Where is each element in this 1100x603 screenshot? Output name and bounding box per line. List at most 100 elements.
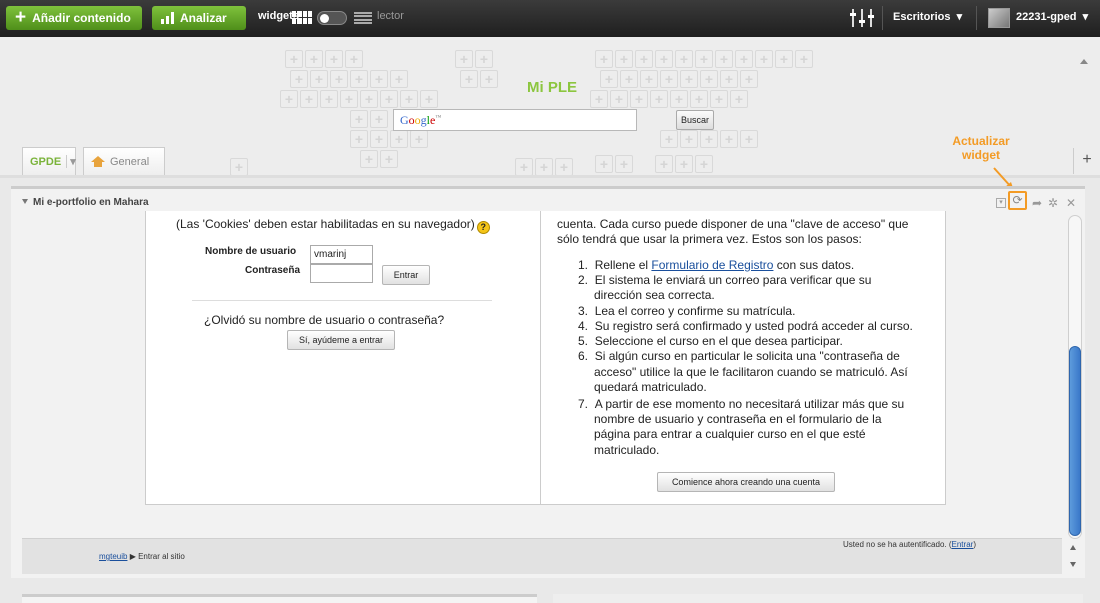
decorative-plus-tile: +	[350, 110, 368, 128]
decorative-plus-tile: +	[640, 70, 658, 88]
decorative-plus-tile: +	[455, 50, 473, 68]
create-account-button[interactable]: Comience ahora creando una cuenta	[657, 472, 835, 492]
share-arrow-icon[interactable]: ➦	[1032, 196, 1042, 210]
enter-button[interactable]: Entrar	[382, 265, 430, 285]
username-label: Nombre de usuario	[205, 246, 297, 257]
tab-gpde[interactable]: GPDE ▾	[22, 147, 76, 175]
decorative-plus-tile: +	[695, 50, 713, 68]
add-tab-button[interactable]: +	[1073, 148, 1100, 174]
toolbar-divider	[882, 6, 883, 30]
decorative-plus-tile: +	[715, 50, 733, 68]
step-7-cont: página para entrar a cualquier curso en …	[594, 427, 866, 441]
scrollbar-thumb[interactable]	[1069, 346, 1081, 536]
scroll-up-icon[interactable]	[1070, 545, 1076, 550]
widget-title[interactable]: Mi e-portfolio en Mahara	[22, 197, 149, 208]
decorative-plus-tile: +	[795, 50, 813, 68]
page-title: Mi PLE	[527, 79, 578, 96]
tab-general[interactable]: General	[83, 147, 165, 175]
intro-line: cuenta. Cada curso puede disponer de una…	[557, 217, 909, 231]
step-6-cont: acceso" utilice la que le facilitaron cu…	[594, 365, 908, 379]
chevron-down-icon: ▾	[953, 11, 963, 23]
decorative-plus-tile: +	[300, 90, 318, 108]
google-logo: Google™	[400, 113, 442, 127]
decorative-plus-tile: +	[720, 70, 738, 88]
step-7: 7. A partir de ese momento no necesitará…	[578, 397, 905, 411]
minimize-icon[interactable]: ▾	[996, 198, 1006, 208]
decorative-plus-tile: +	[700, 130, 718, 148]
tab-gpde-label: GPDE	[30, 155, 62, 168]
decorative-plus-tile: +	[400, 90, 418, 108]
decorative-plus-tile: +	[305, 50, 323, 68]
decorative-plus-tile: +	[360, 150, 378, 168]
analyze-button[interactable]: Analizar	[152, 6, 246, 30]
decorative-plus-tile: +	[650, 90, 668, 108]
step-2-cont: dirección sea correcta.	[594, 288, 715, 302]
decorative-plus-tile: +	[615, 155, 633, 173]
breadcrumb-current: Entrar al sitio	[138, 552, 185, 561]
decorative-plus-tile: +	[755, 50, 773, 68]
registration-form-link[interactable]: Formulario de Registro	[651, 258, 773, 272]
desktops-menu[interactable]: Escritorios ▾	[893, 10, 962, 23]
chevron-down-icon[interactable]: ▾	[66, 155, 76, 168]
password-label: Contraseña	[245, 265, 301, 276]
grid-icon[interactable]	[292, 11, 312, 24]
collapse-triangle-icon[interactable]	[22, 199, 28, 204]
cookies-note: (Las 'Cookies' deben estar habilitadas e…	[176, 217, 490, 234]
help-login-button[interactable]: Sí, ayúdeme a entrar	[287, 330, 395, 350]
sliders-icon[interactable]	[850, 9, 874, 27]
decorative-plus-tile: +	[515, 158, 533, 176]
decorative-plus-tile: +	[290, 70, 308, 88]
decorative-plus-tile: +	[285, 50, 303, 68]
decorative-plus-tile: +	[675, 155, 693, 173]
decorative-plus-tile: +	[680, 130, 698, 148]
username-field[interactable]: vmarinj	[310, 245, 373, 264]
decorative-plus-tile: +	[630, 90, 648, 108]
decorative-plus-tile: +	[590, 90, 608, 108]
login-link[interactable]: Entrar	[952, 540, 974, 549]
next-widget-left	[22, 594, 537, 603]
desktops-label: Escritorios	[893, 11, 951, 23]
list-icon[interactable]	[354, 12, 372, 24]
avatar[interactable]	[988, 8, 1010, 28]
breadcrumb: mgteuib ▶ Entrar al sitio	[99, 552, 185, 561]
decorative-plus-tile: +	[740, 70, 758, 88]
decorative-plus-tile: +	[700, 70, 718, 88]
gear-icon[interactable]: ✲	[1048, 196, 1058, 210]
toggle-icon[interactable]	[317, 11, 347, 25]
page-scroll-up-icon[interactable]	[1080, 59, 1088, 64]
step-4: 4. Su registro será confirmado y usted p…	[578, 319, 913, 333]
bar-chart-icon	[161, 12, 174, 24]
toolbar-divider	[976, 6, 977, 30]
auth-status: Usted no se ha autentificado. (Entrar)	[843, 540, 976, 549]
decorative-plus-tile: +	[555, 158, 573, 176]
step-1: 1. Rellene el Formulario de Registro con…	[578, 258, 855, 272]
scroll-down-icon[interactable]	[1070, 562, 1076, 567]
refresh-icon[interactable]: ⟳	[1008, 191, 1027, 210]
breadcrumb-home-link[interactable]: mgteuib	[99, 552, 127, 561]
decorative-plus-tile: +	[680, 70, 698, 88]
tab-general-label: General	[110, 155, 150, 168]
decorative-plus-tile: +	[710, 90, 728, 108]
reader-label[interactable]: lector	[377, 10, 404, 22]
decorative-plus-tile: +	[310, 70, 328, 88]
search-input[interactable]: Google™	[393, 109, 637, 131]
decorative-plus-tile: +	[420, 90, 438, 108]
user-menu[interactable]: 22231-gped ▾	[1016, 10, 1088, 23]
decorative-plus-tile: +	[380, 90, 398, 108]
decorative-plus-tile: +	[655, 155, 673, 173]
close-icon[interactable]: ✕	[1066, 196, 1076, 210]
decorative-plus-tile: +	[695, 155, 713, 173]
decorative-plus-tile: +	[370, 110, 388, 128]
search-button[interactable]: Buscar	[676, 110, 714, 130]
add-content-button[interactable]: + Añadir contenido	[6, 6, 142, 30]
password-field[interactable]	[310, 264, 373, 283]
decorative-plus-tile: +	[660, 70, 678, 88]
decorative-plus-tile: +	[655, 50, 673, 68]
user-label: 22231-gped	[1016, 11, 1077, 23]
decorative-plus-tile: +	[345, 50, 363, 68]
divider	[192, 300, 492, 301]
step-2: 2. El sistema le enviará un correo para …	[578, 273, 872, 287]
decorative-plus-tile: +	[740, 130, 758, 148]
decorative-plus-tile: +	[620, 70, 638, 88]
help-icon[interactable]: ?	[476, 221, 490, 234]
